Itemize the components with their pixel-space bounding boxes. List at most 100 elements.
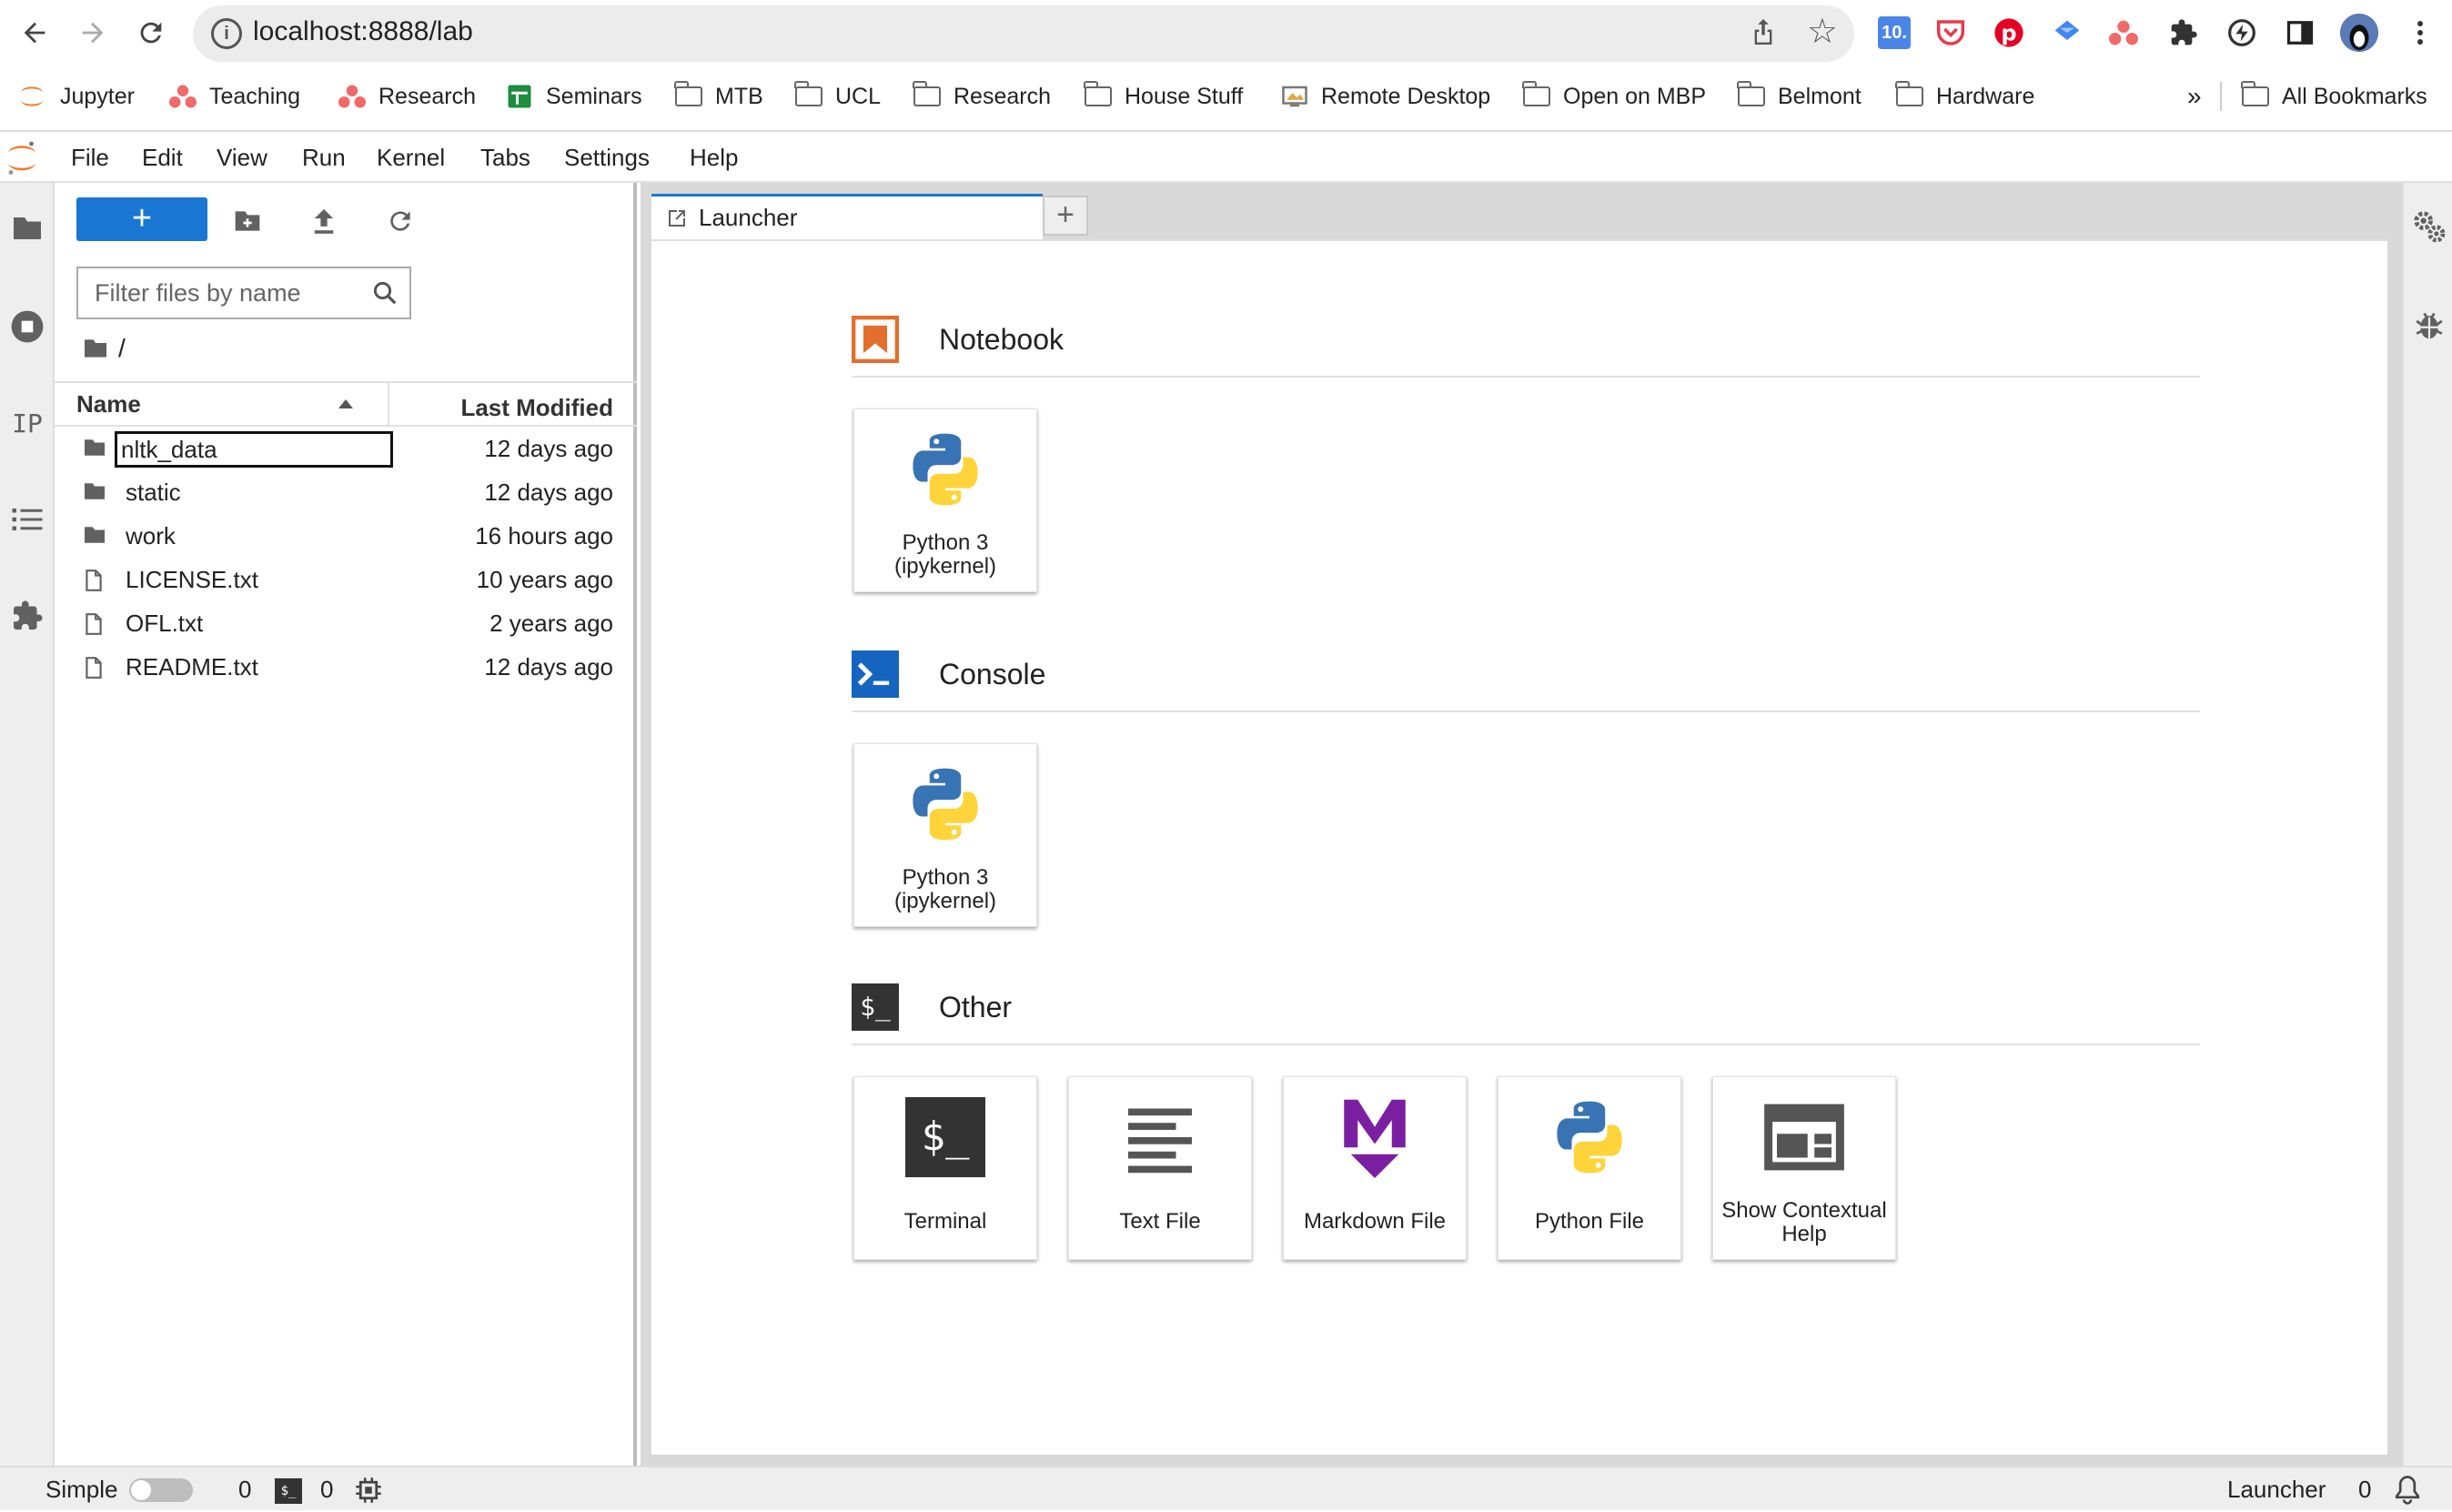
other-section-icon: $_ bbox=[852, 983, 899, 1031]
bookmark-hardware[interactable]: Hardware bbox=[1895, 73, 2034, 120]
asana-extension-icon[interactable] bbox=[2107, 16, 2140, 49]
menu-tabs[interactable]: Tabs bbox=[480, 132, 530, 183]
share-icon[interactable] bbox=[1751, 16, 1776, 55]
pinterest-icon[interactable]: p bbox=[1993, 16, 2025, 49]
forward-button[interactable] bbox=[73, 13, 113, 53]
notification-count[interactable]: 0 bbox=[2358, 1467, 2371, 1512]
kernel-count[interactable]: 0 bbox=[238, 1467, 251, 1512]
card-label: Python 3 (ipykernel) bbox=[893, 530, 997, 579]
bookmark-house-stuff[interactable]: House Stuff bbox=[1084, 73, 1243, 120]
url-text[interactable]: localhost:8888/lab bbox=[253, 16, 473, 47]
bookmark-ucl[interactable]: UCL bbox=[794, 73, 881, 120]
current-activity-label[interactable]: Launcher bbox=[2227, 1467, 2326, 1512]
menu-settings[interactable]: Settings bbox=[564, 132, 650, 183]
menu-edit[interactable]: Edit bbox=[142, 132, 183, 183]
card-label: Python File bbox=[1534, 1209, 1645, 1234]
file-row[interactable]: work 16 hours ago bbox=[55, 514, 637, 558]
property-inspector-gears-tab[interactable] bbox=[2411, 208, 2447, 245]
bookmark-open-on-mbp[interactable]: Open on MBP bbox=[1522, 73, 1706, 120]
bookmarks-bar: Jupyter Teaching Research Seminars MTB U… bbox=[0, 73, 2452, 120]
new-folder-button[interactable] bbox=[231, 205, 264, 237]
markdown-file-card[interactable]: Markdown File bbox=[1283, 1076, 1467, 1260]
bookmark-label: Remote Desktop bbox=[1321, 83, 1491, 109]
menu-view[interactable]: View bbox=[217, 132, 267, 183]
file-row[interactable]: README.txt 12 days ago bbox=[55, 645, 637, 689]
folder-icon[interactable] bbox=[82, 338, 109, 359]
arrow-left-icon bbox=[24, 22, 45, 44]
terminal-card[interactable]: $_ Terminal bbox=[853, 1076, 1037, 1260]
file-browser-tab[interactable] bbox=[9, 210, 45, 247]
menu-kernel[interactable]: Kernel bbox=[377, 132, 445, 183]
folder-icon bbox=[1895, 81, 1923, 106]
console-python3-card[interactable]: Python 3 (ipykernel) bbox=[853, 743, 1037, 927]
profile-avatar[interactable] bbox=[2340, 14, 2378, 52]
all-bookmarks-button[interactable]: All Bookmarks bbox=[2241, 73, 2427, 120]
file-row[interactable]: LICENSE.txt 10 years ago bbox=[55, 558, 637, 601]
bookmark-mtb[interactable]: MTB bbox=[674, 73, 763, 120]
table-of-contents-tab[interactable] bbox=[9, 501, 45, 538]
extension-badge-icon[interactable]: 10. bbox=[1878, 16, 1911, 49]
arrow-right-icon bbox=[82, 22, 104, 44]
bookmark-jupyter[interactable]: Jupyter bbox=[16, 73, 135, 120]
menu-file[interactable]: File bbox=[71, 132, 109, 183]
folder-icon bbox=[14, 217, 41, 239]
bookmark-research[interactable]: Research bbox=[338, 73, 476, 120]
python-file-card[interactable]: Python File bbox=[1498, 1076, 1681, 1260]
file-filter-input[interactable] bbox=[78, 268, 351, 318]
bookmarks-overflow-button[interactable]: » bbox=[2187, 73, 2202, 120]
breadcrumb-path[interactable]: / bbox=[118, 334, 126, 363]
text-file-icon bbox=[1115, 1092, 1206, 1183]
terminal-count[interactable]: 0 bbox=[320, 1467, 333, 1512]
performance-icon[interactable] bbox=[2225, 16, 2258, 49]
bookmark-star-icon[interactable]: ☆ bbox=[1807, 11, 1838, 52]
side-panel-icon[interactable] bbox=[2284, 16, 2316, 49]
site-info-icon[interactable]: i bbox=[211, 18, 242, 49]
back-button[interactable] bbox=[15, 13, 55, 53]
file-row[interactable]: nltk_data 12 days ago bbox=[55, 427, 637, 470]
pocket-icon[interactable] bbox=[1934, 16, 1967, 49]
bookmark-label: Research bbox=[378, 83, 476, 109]
simple-mode-toggle[interactable] bbox=[129, 1478, 193, 1502]
running-sessions-tab[interactable] bbox=[9, 308, 45, 345]
contextual-help-card[interactable]: Show Contextual Help bbox=[1712, 1076, 1896, 1260]
file-filter-box[interactable] bbox=[76, 267, 411, 319]
bug-icon bbox=[2416, 312, 2443, 339]
column-name-header[interactable]: Name bbox=[76, 390, 141, 418]
debugger-tab[interactable] bbox=[2411, 307, 2447, 343]
reload-button[interactable] bbox=[131, 13, 171, 53]
new-tab-button[interactable]: + bbox=[1043, 196, 1088, 236]
browser-menu-icon[interactable] bbox=[2404, 16, 2437, 49]
file-row[interactable]: static 12 days ago bbox=[55, 470, 637, 514]
new-launcher-button[interactable]: + bbox=[76, 197, 207, 241]
browser-chrome: i localhost:8888/lab ☆ 10. p Jupyter Tea… bbox=[0, 0, 2452, 132]
extensions-puzzle-icon[interactable] bbox=[2167, 16, 2200, 49]
tab-launcher[interactable]: Launcher bbox=[651, 194, 1043, 239]
file-row[interactable]: OFL.txt 2 years ago bbox=[55, 601, 637, 645]
svg-text:p: p bbox=[2001, 21, 2016, 46]
bookmark-remote-desktop[interactable]: Remote Desktop bbox=[1281, 73, 1490, 120]
column-modified-header[interactable]: Last Modified bbox=[460, 394, 613, 422]
menu-run[interactable]: Run bbox=[302, 132, 346, 183]
breadcrumb: / bbox=[82, 334, 126, 363]
menu-help[interactable]: Help bbox=[690, 132, 738, 183]
property-inspector-tab[interactable]: IP bbox=[9, 405, 45, 441]
text-file-card[interactable]: Text File bbox=[1068, 1076, 1252, 1260]
bell-icon[interactable] bbox=[2393, 1475, 2422, 1510]
bookmark-teaching[interactable]: Teaching bbox=[169, 73, 300, 120]
notebook-python3-card[interactable]: Python 3 (ipykernel) bbox=[853, 408, 1037, 592]
folder-icon bbox=[2241, 81, 2269, 106]
bookmark-belmont[interactable]: Belmont bbox=[1737, 73, 1862, 120]
refresh-button[interactable] bbox=[384, 205, 417, 237]
file-name-rename-input[interactable]: nltk_data bbox=[115, 431, 393, 468]
remote-desktop-icon bbox=[1281, 84, 1308, 109]
bookmark-research-folder[interactable]: Research bbox=[913, 73, 1051, 120]
extension-manager-tab[interactable] bbox=[9, 598, 45, 634]
column-separator bbox=[388, 383, 389, 425]
left-sidebar: IP bbox=[0, 183, 55, 1466]
upload-button[interactable] bbox=[308, 205, 340, 237]
memory-chip-icon[interactable] bbox=[355, 1477, 382, 1508]
scholar-extension-icon[interactable] bbox=[2051, 16, 2084, 49]
file-name: README.txt bbox=[126, 653, 258, 680]
bookmark-seminars[interactable]: Seminars bbox=[506, 73, 642, 120]
address-bar[interactable]: i localhost:8888/lab ☆ bbox=[193, 5, 1854, 62]
